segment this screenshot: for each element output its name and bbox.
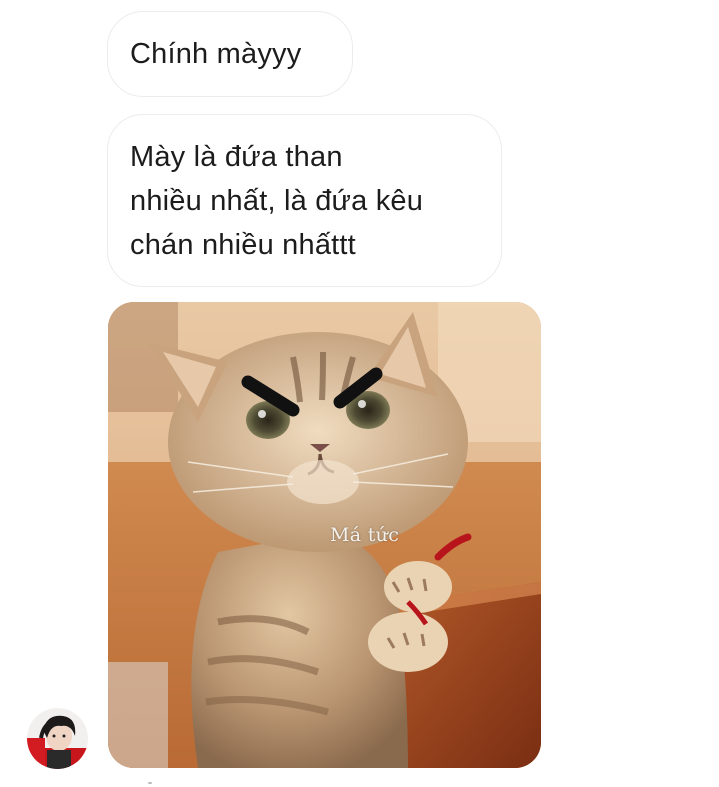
- divider: [148, 782, 152, 784]
- message-text: Chính màyyy: [130, 38, 302, 70]
- conversation-thread: Chính màyyy Mày là đứa than nhiều nhất, …: [0, 0, 719, 787]
- message-bubble[interactable]: Mày là đứa than nhiều nhất, là đứa kêu c…: [107, 114, 502, 287]
- message-bubble[interactable]: Chính màyyy: [107, 11, 353, 97]
- image-caption: Má tức: [330, 524, 400, 546]
- avatar[interactable]: [27, 708, 88, 769]
- profile-photo: [27, 708, 88, 769]
- angry-cat-image: [108, 302, 541, 768]
- image-message[interactable]: Má tức: [108, 302, 541, 768]
- message-text-line: chán nhiều nhấttt: [130, 229, 356, 261]
- message-text-line: nhiều nhất, là đứa kêu: [130, 185, 424, 217]
- message-text-line: Mày là đứa than: [130, 141, 343, 173]
